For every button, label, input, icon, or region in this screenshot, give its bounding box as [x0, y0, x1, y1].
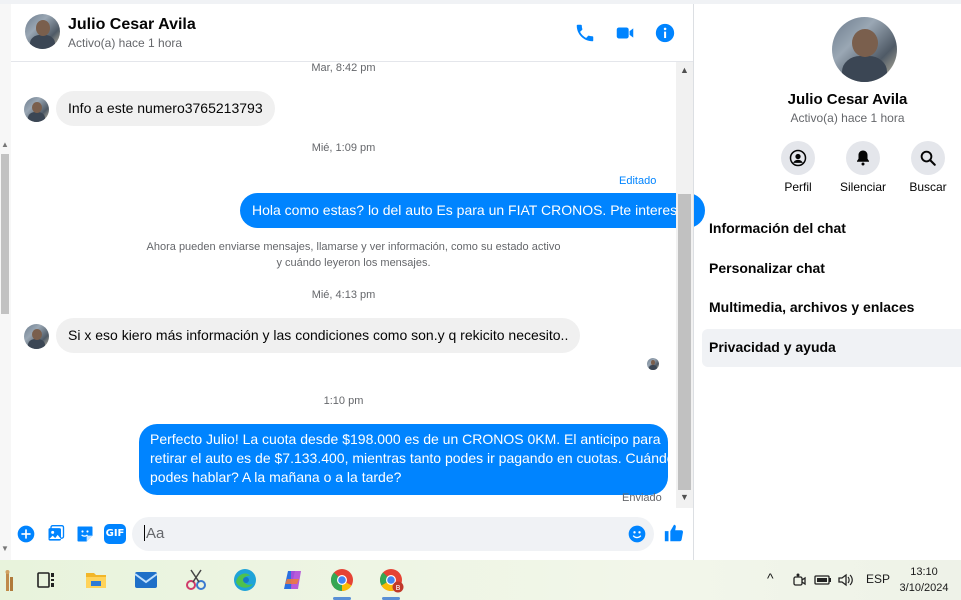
sent-status: Enviado — [622, 492, 662, 504]
menu-media-files-links[interactable]: Multimedia, archivos y enlaces — [702, 289, 961, 327]
mute-button[interactable]: Silenciar — [828, 141, 898, 194]
outgoing-message[interactable]: Perfecto Julio! La cuota desde $198.000 … — [139, 424, 675, 495]
incoming-message[interactable]: Si x eso kiero más información y las con… — [56, 318, 581, 353]
page-scroll-down-arrow[interactable]: ▼ — [1, 544, 9, 553]
chrome-icon[interactable] — [329, 567, 355, 593]
weather-widget-icon[interactable] — [0, 567, 18, 593]
message-input-placeholder: Aa — [146, 525, 165, 542]
page-scrollbar[interactable]: ▲ ▼ — [0, 4, 11, 560]
page-scroll-thumb[interactable] — [1, 154, 9, 314]
page-scroll-up-arrow[interactable]: ▲ — [1, 140, 9, 149]
privacy-notice: Ahora pueden enviarse mensajes, llamarse… — [71, 239, 636, 271]
action-label: Silenciar — [839, 180, 887, 194]
chat-scrollbar[interactable]: ▲ ▼ — [676, 62, 693, 508]
file-explorer-icon[interactable] — [83, 567, 109, 593]
message-list[interactable]: Mar, 8:42 pm Info a este numero376521379… — [11, 62, 705, 508]
scroll-down-arrow[interactable]: ▼ — [680, 492, 689, 502]
panel-contact-status: Activo(a) hace 1 hora — [790, 111, 905, 125]
chat-details-panel: Julio Cesar Avila Activo(a) hace 1 hora … — [694, 4, 961, 560]
profile-icon-circle — [781, 141, 815, 175]
timestamp: Mar, 8:42 pm — [311, 62, 376, 74]
timestamp: 1:10 pm — [323, 395, 364, 407]
language-indicator[interactable]: ESP — [866, 572, 890, 586]
composer-bar: GIF Aa — [11, 508, 693, 560]
windows-taskbar: B ^ ESP 13:10 3/10/2024 — [0, 560, 961, 600]
contact-avatar-small[interactable] — [24, 97, 49, 122]
edge-browser-icon[interactable] — [232, 567, 258, 593]
chevron-up-icon[interactable]: ^ — [767, 570, 774, 586]
timestamp: Mié, 4:13 pm — [311, 289, 376, 301]
gif-icon[interactable]: GIF — [104, 524, 126, 544]
clock-date: 3/10/2024 — [899, 582, 949, 594]
emoji-icon[interactable] — [627, 524, 647, 544]
clock-time: 13:10 — [910, 566, 938, 578]
profile-button[interactable]: Perfil — [763, 141, 833, 194]
phone-icon[interactable] — [574, 22, 596, 44]
incoming-message[interactable]: Info a este numero3765213793 — [56, 91, 275, 126]
contact-status: Activo(a) hace 1 hora — [68, 36, 183, 50]
privacy-notice-line: y cuándo leyeron los mensajes. — [276, 257, 431, 269]
chat-scroll-thumb[interactable] — [678, 194, 691, 490]
snipping-tool-icon[interactable] — [183, 567, 209, 593]
photo-icon[interactable] — [46, 524, 66, 544]
info-icon[interactable] — [654, 22, 676, 44]
speaker-icon[interactable] — [837, 572, 855, 588]
search-icon — [920, 150, 936, 166]
action-label: Buscar — [909, 180, 947, 194]
copilot-icon[interactable] — [280, 567, 306, 593]
menu-privacy-help[interactable]: Privacidad y ayuda — [702, 329, 961, 367]
bell-icon — [857, 150, 869, 166]
message-line: podes hablar? A la mañana o a la tarde? — [150, 469, 402, 485]
bell-icon-circle — [846, 141, 880, 175]
battery-network-icon[interactable] — [814, 572, 832, 588]
panel-avatar[interactable] — [832, 17, 897, 82]
action-label: Perfil — [784, 180, 812, 194]
scroll-up-arrow[interactable]: ▲ — [680, 65, 689, 75]
menu-customize-chat[interactable]: Personalizar chat — [702, 250, 961, 288]
sticker-icon[interactable] — [75, 524, 95, 544]
panel-contact-name: Julio Cesar Avila — [787, 91, 908, 108]
search-button[interactable]: Buscar — [893, 141, 961, 194]
profile-icon — [789, 149, 807, 167]
privacy-notice-line: Ahora pueden enviarse mensajes, llamarse… — [146, 241, 561, 253]
meet-now-icon[interactable] — [791, 572, 807, 588]
mail-icon[interactable] — [133, 567, 159, 593]
message-line: Perfecto Julio! La cuota desde $198.000 … — [150, 431, 661, 447]
contact-avatar[interactable] — [25, 14, 60, 49]
chrome-profile-icon[interactable]: B — [378, 567, 404, 593]
outgoing-message[interactable]: Hola como estas? lo del auto Es para un … — [240, 193, 705, 228]
plus-icon[interactable] — [16, 524, 36, 544]
like-icon[interactable] — [663, 522, 685, 544]
video-call-icon[interactable] — [614, 22, 636, 44]
search-icon-circle — [911, 141, 945, 175]
menu-chat-info[interactable]: Información del chat — [702, 210, 961, 248]
message-line: retirar el auto es de $7.133.400, mientr… — [150, 450, 675, 466]
edited-label: Editado — [619, 175, 657, 187]
message-input[interactable]: Aa — [132, 517, 654, 551]
text-caret — [144, 525, 145, 541]
messenger-window: ▲ ▼ Julio Cesar Avila Activo(a) hace 1 h… — [0, 0, 961, 560]
timestamp: Mié, 1:09 pm — [311, 142, 376, 154]
chat-header: Julio Cesar Avila Activo(a) hace 1 hora — [11, 4, 693, 62]
svg-text:B: B — [396, 584, 401, 592]
seen-indicator-avatar — [647, 358, 659, 370]
contact-name[interactable]: Julio Cesar Avila — [68, 16, 196, 34]
system-clock[interactable]: 13:10 3/10/2024 — [893, 564, 955, 596]
task-view-icon[interactable] — [33, 567, 59, 593]
contact-avatar-small[interactable] — [24, 324, 49, 349]
